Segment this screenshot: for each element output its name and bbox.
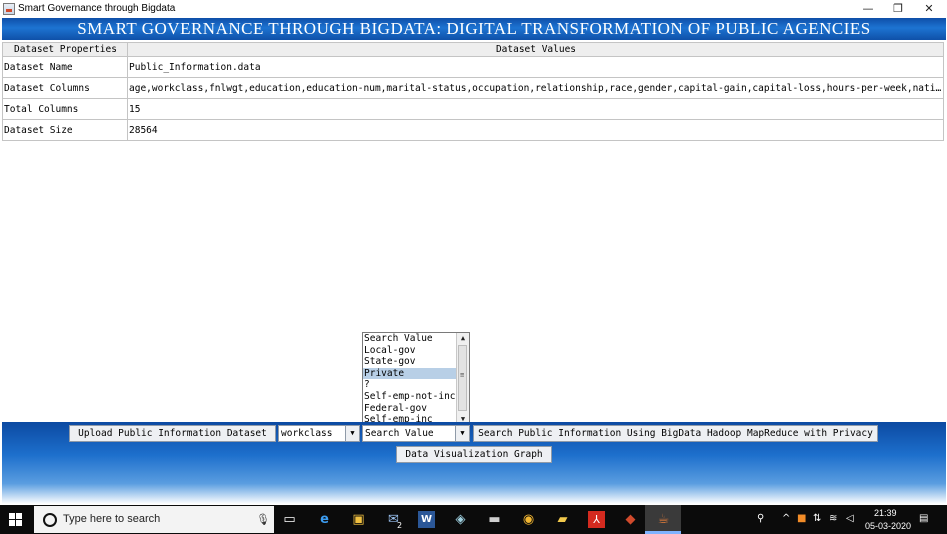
edge-browser-icon[interactable]: e: [316, 511, 333, 528]
table-row[interactable]: Dataset Columns age,workclass,fnlwgt,edu…: [2, 77, 944, 99]
search-mapreduce-button[interactable]: Search Public Information Using BigData …: [473, 425, 878, 442]
list-item[interactable]: Self-emp-not-inc: [363, 391, 458, 403]
microphone-icon[interactable]: 🎙: [256, 513, 270, 526]
property-cell[interactable]: Total Columns: [2, 98, 128, 120]
table-row[interactable]: Dataset Name Public_Information.data: [2, 56, 944, 78]
upload-dataset-button[interactable]: Upload Public Information Dataset: [69, 425, 276, 442]
windows-start-icon[interactable]: [9, 513, 23, 527]
word-icon[interactable]: W: [418, 511, 435, 528]
column-header-values[interactable]: Dataset Values: [127, 42, 944, 57]
list-item-selected[interactable]: Private: [363, 367, 458, 380]
data-visualization-graph-button[interactable]: Data Visualization Graph: [396, 446, 552, 463]
property-cell[interactable]: Dataset Columns: [2, 77, 128, 99]
app-banner: SMART GOVERNANCE THROUGH BIGDATA: DIGITA…: [2, 18, 946, 40]
value-select[interactable]: Search Value ▼: [362, 425, 470, 442]
list-item[interactable]: Federal-gov: [363, 403, 458, 415]
list-scrollbar[interactable]: ▲ ▼: [456, 333, 469, 424]
column-select[interactable]: workclass ▼: [278, 425, 360, 442]
chevron-up-icon[interactable]: ^: [782, 513, 790, 524]
chrome-icon[interactable]: ◉: [520, 511, 537, 528]
tray-app-icon[interactable]: ■: [797, 513, 806, 524]
scroll-up-arrow-icon[interactable]: ▲: [457, 333, 469, 343]
cortana-circle-icon: [43, 513, 57, 527]
list-item[interactable]: Local-gov: [363, 345, 458, 357]
scroll-thumb[interactable]: [458, 345, 467, 411]
window-title: Smart Governance through Bigdata: [18, 3, 176, 14]
property-cell[interactable]: Dataset Size: [2, 119, 128, 141]
control-panel: Upload Public Information Dataset workcl…: [2, 422, 946, 504]
dataset-properties-table: Dataset Properties Dataset Values Datase…: [2, 42, 944, 141]
volume-icon[interactable]: ◁: [846, 513, 854, 524]
minimize-button[interactable]: —: [852, 0, 884, 18]
window-titlebar: Smart Governance through Bigdata — ❐ ✕: [0, 0, 947, 18]
value-select-value: Search Value: [365, 428, 434, 439]
table-row[interactable]: Dataset Size 28564: [2, 119, 944, 141]
app-icon[interactable]: ◈: [452, 511, 469, 528]
java-app-icon: [3, 3, 15, 15]
table-header-row: Dataset Properties Dataset Values: [2, 42, 944, 57]
notifications-icon[interactable]: ▤: [919, 513, 928, 524]
acrobat-icon[interactable]: ⅄: [588, 511, 605, 528]
mail-badge: 2: [397, 521, 403, 530]
java-app-icon[interactable]: ☕: [655, 511, 672, 528]
app-icon[interactable]: ◆: [622, 511, 639, 528]
store-icon[interactable]: ▣: [350, 511, 367, 528]
clock-time[interactable]: 21:39: [874, 508, 897, 518]
column-header-properties[interactable]: Dataset Properties: [2, 42, 128, 57]
chevron-down-icon[interactable]: ▼: [345, 426, 359, 441]
search-value-dropdown-list[interactable]: Search Value Local-gov State-gov Private…: [362, 332, 470, 425]
file-explorer-icon[interactable]: ▰: [554, 511, 571, 528]
windows-taskbar: Type here to search 🎙 ▭ e ▣ ✉ 2 W ◈ ▬ ◉ …: [0, 505, 947, 534]
list-item[interactable]: Search Value: [363, 333, 458, 345]
value-cell[interactable]: 28564: [127, 119, 944, 141]
table-row[interactable]: Total Columns 15: [2, 98, 944, 120]
people-icon[interactable]: ⚲: [757, 513, 764, 524]
task-view-icon[interactable]: ▭: [281, 511, 298, 528]
network-icon[interactable]: ⇅: [813, 513, 821, 524]
wifi-icon[interactable]: ≋: [829, 513, 837, 524]
value-cell[interactable]: age,workclass,fnlwgt,education,education…: [127, 77, 944, 99]
close-button[interactable]: ✕: [913, 0, 945, 18]
column-select-value: workclass: [281, 428, 333, 439]
banner-title: SMART GOVERNANCE THROUGH BIGDATA: DIGITA…: [77, 19, 871, 38]
taskbar-search-box[interactable]: Type here to search 🎙: [34, 506, 274, 533]
chevron-down-icon[interactable]: ▼: [455, 426, 469, 441]
restore-button[interactable]: ❐: [882, 0, 914, 18]
list-item[interactable]: ?: [363, 379, 458, 391]
clock-date[interactable]: 05-03-2020: [865, 521, 911, 531]
value-cell[interactable]: 15: [127, 98, 944, 120]
terminal-icon[interactable]: ▬: [486, 511, 503, 528]
value-cell[interactable]: Public_Information.data: [127, 56, 944, 78]
list-item[interactable]: State-gov: [363, 356, 458, 368]
taskbar-search-placeholder: Type here to search: [63, 513, 161, 525]
property-cell[interactable]: Dataset Name: [2, 56, 128, 78]
